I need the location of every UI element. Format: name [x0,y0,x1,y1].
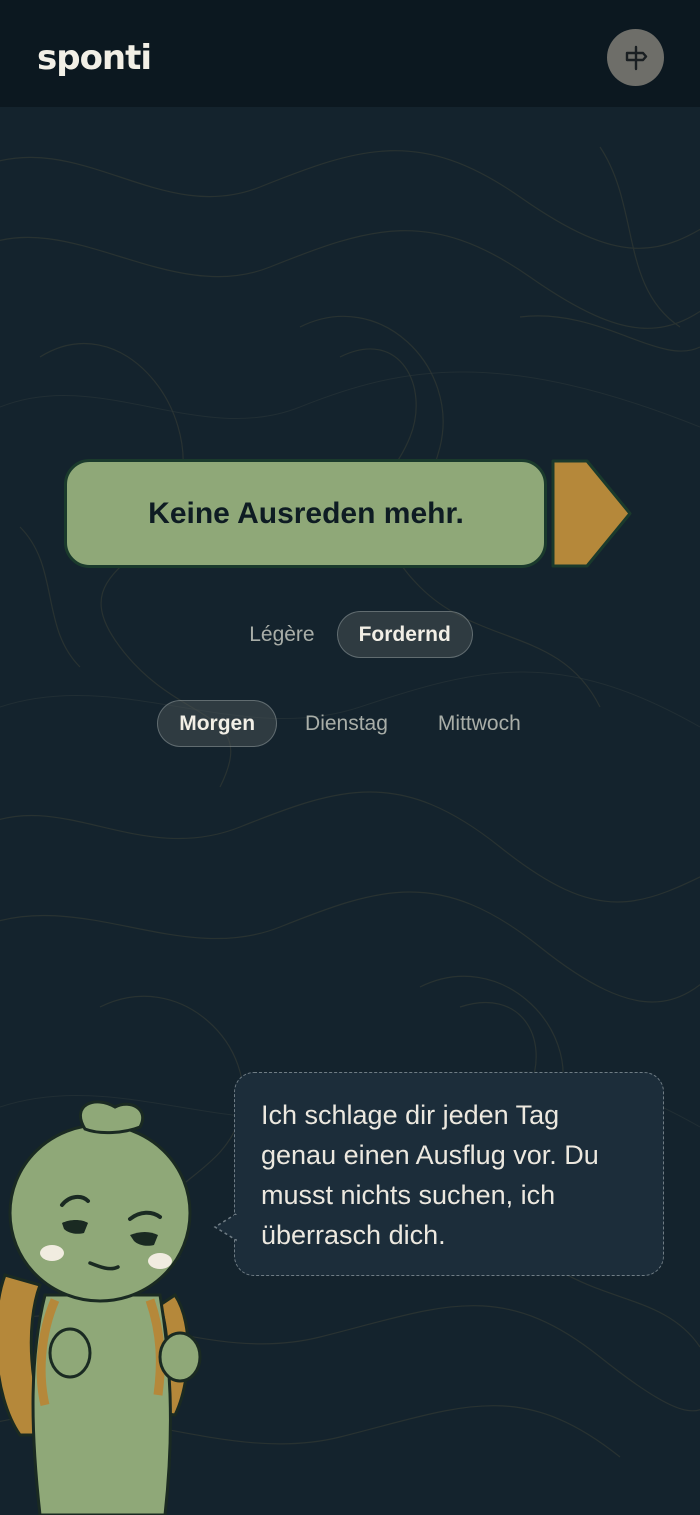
mode-option-fordernd[interactable]: Fordernd [336,611,473,658]
day-option-morgen[interactable]: Morgen [157,700,278,747]
day-selector: Morgen Dienstag Mittwoch [0,700,700,747]
speech-text: Ich schlage dir jeden Tag genau einen Au… [261,1100,599,1250]
signpost-icon [625,45,647,70]
speech-bubble-tail [213,1212,237,1242]
mascot-character [0,1100,202,1515]
mode-option-legere[interactable]: Légère [227,611,336,658]
day-option-dienstag[interactable]: Dienstag [283,700,410,747]
app-logo[interactable]: sponti [37,36,152,80]
speech-bubble: Ich schlage dir jeden Tag genau einen Au… [234,1072,664,1276]
signpost-button[interactable] [607,29,664,86]
cta-button[interactable]: Keine Ausreden mehr. [64,459,634,568]
arrow-right-icon [551,459,632,568]
day-option-mittwoch[interactable]: Mittwoch [416,700,543,747]
mode-selector: Légère Fordernd [0,611,700,658]
cta-label: Keine Ausreden mehr. [148,496,464,530]
app-header: sponti [0,0,700,107]
